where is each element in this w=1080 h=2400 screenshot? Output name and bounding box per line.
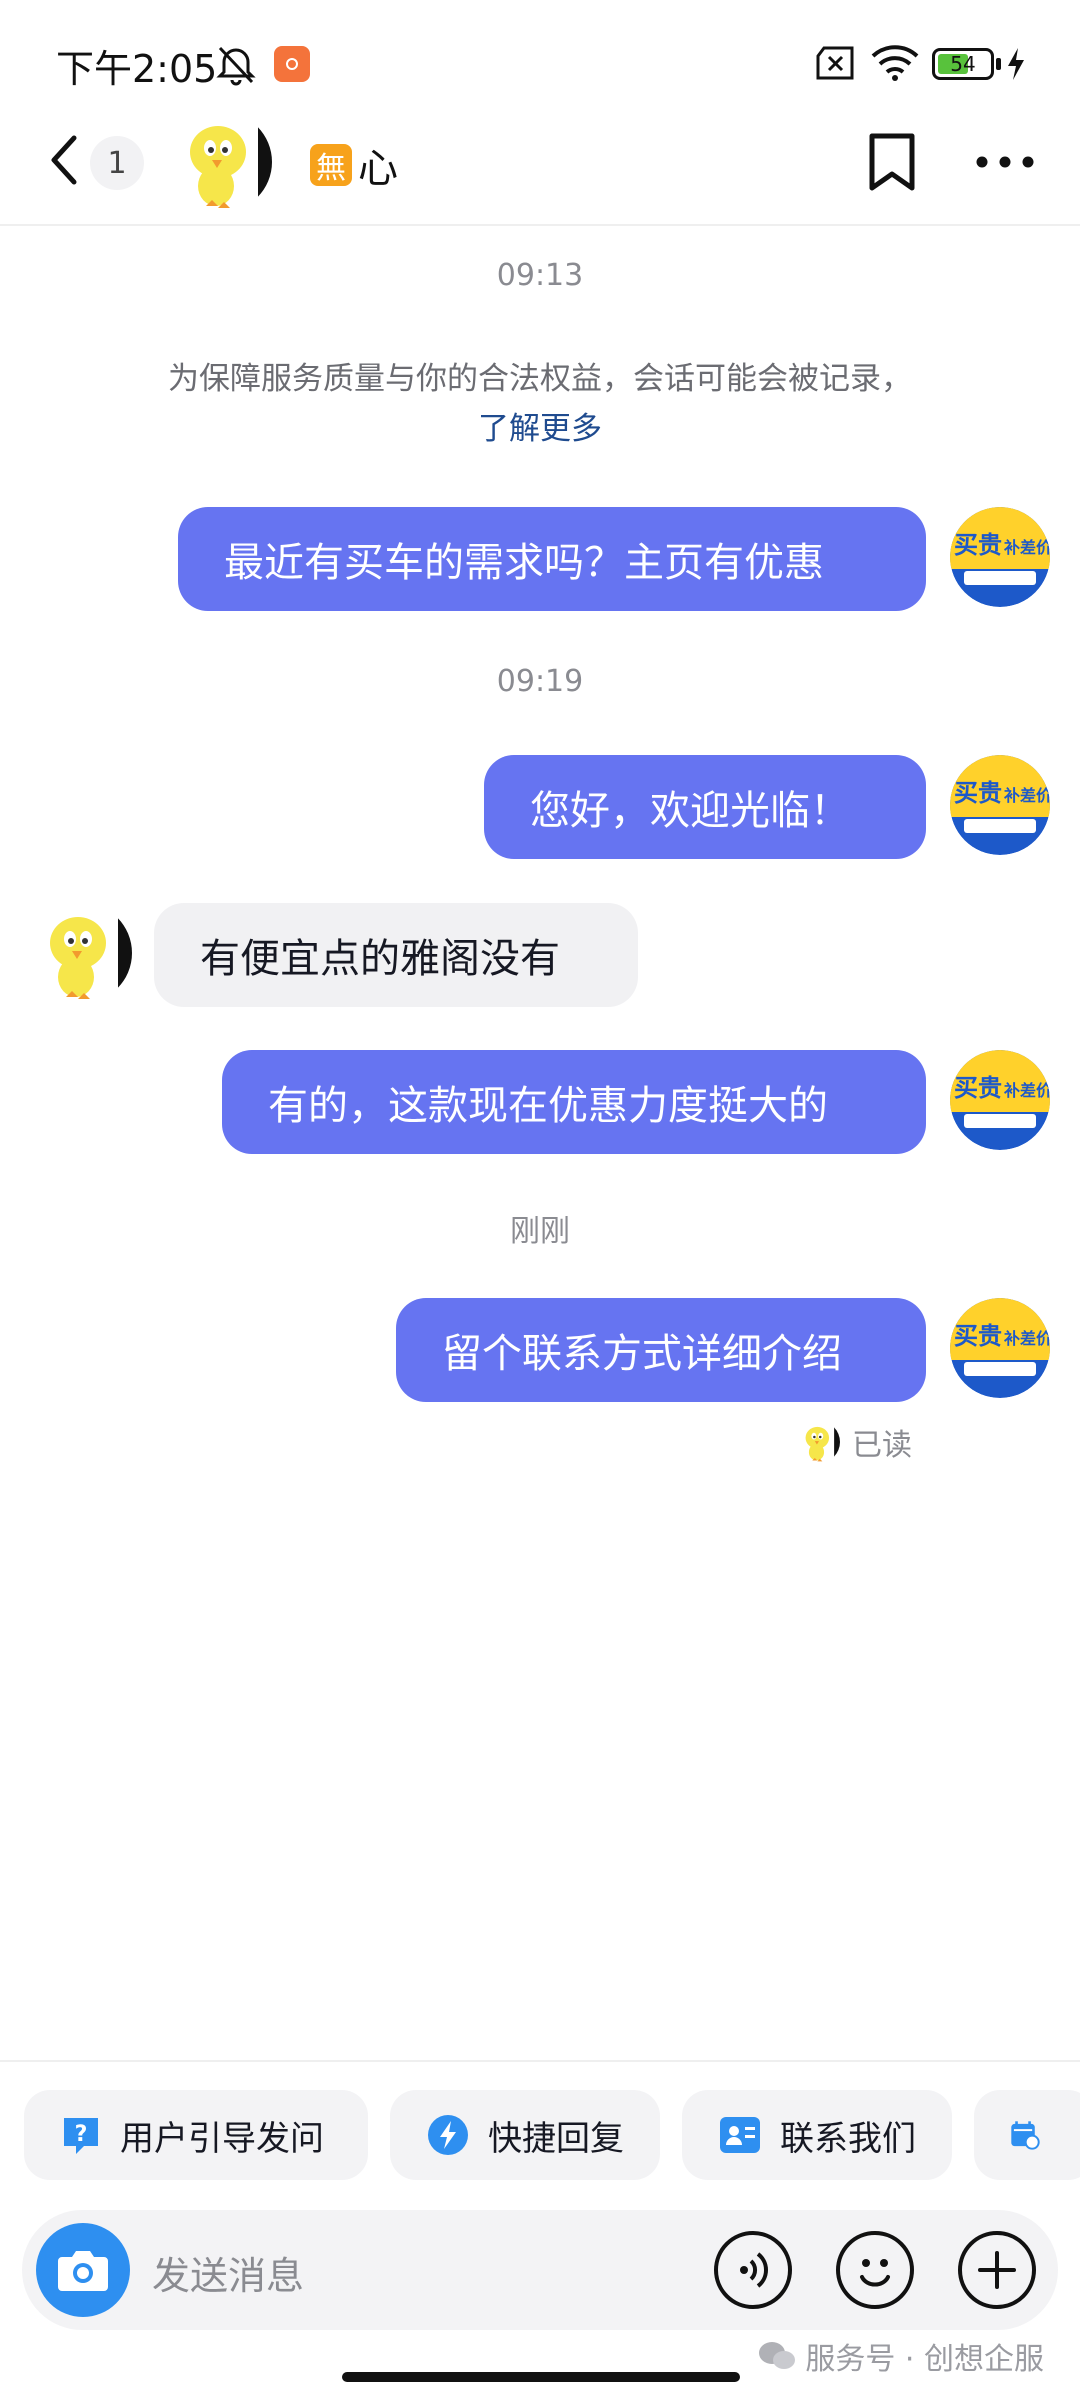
emoji-button[interactable] [836,2231,914,2309]
more-button[interactable] [974,150,1036,174]
shop-avatar-text: 买贵 [954,779,1002,807]
unread-count-badge: 1 [90,136,144,190]
voice-icon [740,2252,768,2288]
wechat-icon [759,2342,796,2369]
quick-action-label: 快捷回复 [488,2118,624,2159]
shop-avatar-text: 补差价 [1003,538,1050,557]
quick-actions: ? 用户引导发问 快捷回复 联系我们 [24,2090,1080,2180]
quick-action-reply[interactable]: 快捷回复 [390,2090,660,2180]
read-status: 已读 [852,1428,912,1463]
mute-icon [214,42,258,86]
name-badge: 無 [310,144,352,186]
reader-avatar [798,1421,840,1463]
quick-action-label: 用户引导发问 [120,2118,324,2159]
lightning-icon [428,2115,468,2155]
app-notification-icon [274,46,310,82]
watermark: 服务号 · 创想企服 [757,2334,1044,2378]
home-indicator[interactable] [342,2372,740,2382]
timestamp: 刚刚 [510,1214,570,1249]
name-text: 心 [358,146,398,192]
battery-icon: 54 [932,48,1002,80]
message-input[interactable]: 发送消息 [152,2245,304,2300]
quick-action-guide[interactable]: ? 用户引导发问 [24,2090,368,2180]
timestamp: 09:13 [496,258,584,293]
outgoing-message[interactable]: 有的，这款现在优惠力度挺大的 [222,1050,926,1154]
timestamp: 09:19 [496,664,584,699]
bookmark-icon [869,133,915,191]
outgoing-message[interactable]: 您好，欢迎光临！ [484,755,926,859]
shop-avatar[interactable]: 买贵 补差价 [950,755,1050,855]
learn-more-link[interactable]: 了解更多 [0,404,1080,454]
bookmark-button[interactable] [864,132,920,194]
shop-avatar[interactable]: 买贵 补差价 [950,507,1050,607]
camera-icon [58,2251,108,2291]
read-receipt: 已读 [798,1420,912,1464]
back-button[interactable] [44,130,94,190]
shop-avatar-text: 买贵 [954,531,1002,559]
outgoing-message[interactable]: 留个联系方式详细介绍 [396,1298,926,1402]
shop-avatar[interactable]: 买贵 补差价 [950,1050,1050,1150]
quick-action-contact[interactable]: 联系我们 [682,2090,952,2180]
more-icon [976,156,1034,168]
camera-button[interactable] [36,2223,130,2317]
battery-level: 54 [950,52,976,76]
watermark-text: 服务号 · 创想企服 [805,2342,1044,2377]
shop-avatar-text: 买贵 [954,1322,1002,1350]
contact-avatar[interactable] [172,112,272,212]
svg-text:?: ? [75,2122,88,2147]
wifi-icon [870,42,920,82]
shop-avatar-text: 补差价 [1003,1081,1050,1100]
charging-icon [1006,46,1026,82]
contact-avatar[interactable] [32,903,132,1003]
quick-action-label: 联系我们 [780,2118,916,2159]
shop-avatar-text: 买贵 [954,1074,1002,1102]
contact-name[interactable]: 無 心 [310,136,398,194]
status-time: 下午2:05 [56,47,218,91]
header-divider [0,224,1080,226]
notice-text: 为保障服务质量与你的合法权益，会话可能会被记录， [168,361,912,397]
question-icon: ? [64,2118,98,2154]
back-icon [51,135,77,185]
sim-off-icon [814,46,856,80]
shop-avatar-text: 补差价 [1003,1329,1050,1348]
voice-button[interactable] [714,2231,792,2309]
shop-avatar[interactable]: 买贵 补差价 [950,1298,1050,1398]
calendar-icon [1011,2121,1040,2150]
emoji-icon [860,2259,890,2287]
contact-card-icon [720,2117,760,2153]
bottom-divider [0,2060,1080,2062]
record-notice: 为保障服务质量与你的合法权益，会话可能会被记录， 了解更多 [0,354,1080,454]
plus-button[interactable] [958,2231,1036,2309]
shop-avatar-text: 补差价 [1003,786,1050,805]
quick-action-schedule[interactable] [974,2090,1080,2180]
incoming-message[interactable]: 有便宜点的雅阁没有 [154,903,638,1007]
outgoing-message[interactable]: 最近有买车的需求吗？主页有优惠 [178,507,926,611]
plus-icon [978,2251,1016,2289]
